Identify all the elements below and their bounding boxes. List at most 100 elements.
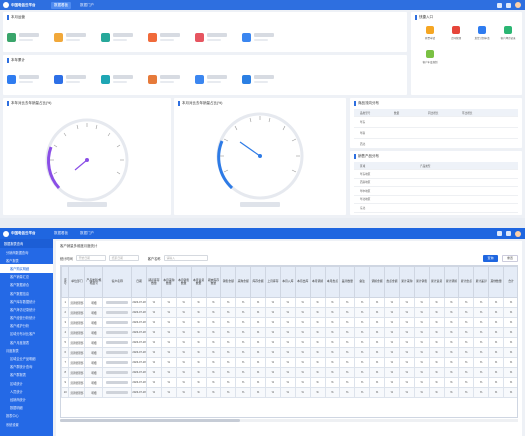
table-row[interactable]: 5 营销管理部 明细 2023-07-18%%%%%%%%%%%%%%%%%%%%%%… (61, 337, 517, 348)
bell-icon[interactable] (497, 2, 502, 8)
nav-tab-portal[interactable]: 数据门户 (77, 2, 97, 9)
column-header[interactable]: 累计销售 (413, 266, 430, 298)
kpi-year-tile[interactable] (7, 72, 45, 86)
quick-item-plan[interactable]: 客户年度规划 (419, 50, 441, 64)
settings-icon[interactable] (506, 2, 511, 8)
sidebar-item[interactable]: 客户拜访记录统计 (0, 305, 53, 313)
kpi-year-tile[interactable] (195, 72, 233, 86)
column-header[interactable]: 上月库存 (265, 266, 281, 298)
table-row[interactable]: 3 营销管理部 明细 2023-07-18%%%%%%%%%%%%%%%%%%%%%%… (61, 317, 517, 328)
column-header[interactable]: 采购金额 (235, 266, 252, 298)
sidebar-item[interactable]: 月度报表 (0, 346, 53, 354)
nav-tab-dashboard[interactable]: 数据看板 (51, 1, 71, 9)
quick-item-visit[interactable]: 客户拜访记录 (497, 26, 519, 40)
kpi-month-tile[interactable] (54, 30, 92, 44)
kpi-month-tile[interactable] (7, 30, 45, 44)
product-cell: 明细 (84, 297, 104, 308)
sidebar-item[interactable]: 客户群统计查询 (0, 363, 53, 371)
table-row[interactable]: 2 营销管理部 明细 2023-07-18%%%%%%%%%%%%%%%%%%%%%%… (61, 307, 517, 318)
avatar[interactable] (515, 2, 521, 8)
sidebar-item[interactable]: 客户购买明细 (0, 264, 53, 273)
table-row[interactable]: 10 营销管理部 明细 2023-07-18%%%%%%%%%%%%%%%%%%%%%… (61, 387, 517, 398)
quick-item-shipping[interactable]: 发货计划申请 (471, 26, 493, 40)
sidebar-item[interactable]: 客户月度报表 (0, 338, 53, 346)
sidebar-item[interactable]: 分销商数据查询 (0, 248, 53, 256)
column-header[interactable]: 其他数量 (488, 266, 504, 298)
kpi-year-tile[interactable] (242, 72, 280, 86)
sidebar-item[interactable]: 客户维护分析 (0, 322, 53, 330)
search-button[interactable]: 查询 (483, 255, 498, 262)
reset-button[interactable]: 重置 (502, 255, 518, 262)
column-header[interactable]: 本月退货数量 (190, 266, 207, 298)
quick-item-invoice[interactable]: 开票申请 (419, 26, 441, 40)
value-cell: % (146, 377, 162, 388)
column-header[interactable]: 本月销售数量 (175, 266, 192, 298)
table-row[interactable]: 9 营销管理部 明细 2023-07-18%%%%%%%%%%%%%%%%%%%%%%… (61, 377, 517, 388)
sidebar-item[interactable]: 区域分布对比客户 (0, 330, 53, 338)
column-header[interactable]: 备注 (354, 266, 371, 298)
sidebar-item[interactable]: 客户数据信息 (0, 289, 53, 297)
sidebar-item[interactable]: 经销商统计 (0, 395, 53, 403)
kpi-month-tile[interactable] (242, 30, 280, 44)
column-header[interactable]: 客户名称 (102, 266, 133, 298)
column-header[interactable]: 本月调拨 (309, 266, 326, 298)
value-cell: % (384, 327, 400, 338)
nav-tab-portal[interactable]: 数据门户 (77, 230, 97, 237)
nav-tab-dashboard[interactable]: 数据看板 (51, 230, 71, 237)
customer-input[interactable]: 请输入 (163, 255, 208, 261)
table-row[interactable]: 7 营销管理部 明细 2023-07-18%%%%%%%%%%%%%%%%%%%%%%… (61, 357, 517, 368)
kpi-month-tile[interactable] (101, 30, 139, 44)
column-header[interactable]: 本月盘点 (324, 266, 341, 298)
column-header[interactable]: 累计差异 (473, 266, 490, 298)
sidebar-item[interactable]: 客户库存数据统计 (0, 297, 53, 305)
column-header[interactable]: 期末库存数量 (205, 266, 222, 298)
column-header[interactable]: 盘点金额 (384, 266, 400, 298)
sidebar-item[interactable]: 系统设置 (0, 420, 53, 428)
column-header[interactable]: 销售金额 (220, 266, 237, 298)
table-row[interactable]: 6 营销管理部 明细 2023-07-18%%%%%%%%%%%%%%%%%%%%%%… (61, 347, 517, 358)
kpi-year-tile[interactable] (148, 72, 186, 86)
sidebar-item[interactable]: 数据明细 (0, 404, 53, 412)
column-header[interactable]: 差异数量 (339, 266, 356, 298)
column-header[interactable]: 累计退货 (428, 266, 445, 298)
sidebar-item[interactable]: 客户报表 (0, 256, 53, 264)
column-header[interactable]: 合计 (503, 266, 517, 298)
sidebar-item[interactable]: 客户销量汇总 (0, 273, 53, 281)
settings-icon[interactable] (506, 231, 511, 236)
column-header[interactable]: 本月入库 (279, 266, 296, 298)
quick-entry-panel: 快捷入口 开票申请 合同管理 发货计划申请 客户拜访记录 客户年度规划 (411, 12, 522, 95)
column-header[interactable]: 本月出库 (294, 266, 311, 298)
column-header[interactable]: 日期 (131, 266, 147, 298)
column-header[interactable]: 期初库存数量 (146, 266, 162, 298)
table-row[interactable]: 4 营销管理部 明细 2023-07-18%%%%%%%%%%%%%%%%%%%%%%… (61, 327, 517, 338)
value-cell: % (339, 327, 356, 338)
column-header[interactable]: 调拨金额 (369, 266, 385, 298)
column-header[interactable]: 单位部门 (68, 266, 86, 298)
sidebar-item[interactable]: 客户经营分析统计 (0, 314, 53, 322)
avatar[interactable] (515, 230, 521, 237)
sidebar-item[interactable]: 客户群报表 (0, 371, 53, 379)
kpi-month-tile[interactable] (195, 30, 233, 44)
sidebar-item[interactable]: 报表中心 (0, 412, 53, 420)
table-row[interactable]: 8 营销管理部 明细 2023-07-18%%%%%%%%%%%%%%%%%%%%%%… (61, 367, 517, 378)
column-header[interactable]: 本月采购数量 (160, 266, 177, 298)
column-header[interactable]: 累计盘点 (458, 266, 475, 298)
column-header[interactable]: 累计调拨 (443, 266, 460, 298)
horizontal-scrollbar[interactable] (60, 419, 518, 422)
sidebar-item[interactable]: 区域企业产品明细 (0, 354, 53, 362)
date-end-input[interactable]: 结束日期 (108, 255, 139, 261)
kpi-year-tile[interactable] (101, 72, 139, 86)
sidebar-item[interactable]: 人员统计 (0, 387, 53, 395)
sidebar-item[interactable]: 区域统计 (0, 379, 53, 387)
quick-item-contract[interactable]: 合同管理 (445, 26, 467, 40)
column-header[interactable]: 累计采购 (398, 266, 415, 298)
table-row[interactable]: 1 营销管理部 明细 2023-07-18%%%%%%%%%%%%%%%%%%%%%%… (61, 297, 517, 308)
column-header[interactable]: 序号 (61, 266, 70, 298)
kpi-year-tile[interactable] (54, 72, 92, 86)
bell-icon[interactable] (497, 231, 502, 236)
column-header[interactable]: 产品类别/规格型号 (84, 266, 104, 298)
date-start-input[interactable]: 开始日期 (75, 255, 106, 261)
kpi-month-tile[interactable] (148, 30, 186, 44)
sidebar-item[interactable]: 客户数据综合 (0, 281, 53, 289)
column-header[interactable]: 库存金额 (250, 266, 266, 298)
